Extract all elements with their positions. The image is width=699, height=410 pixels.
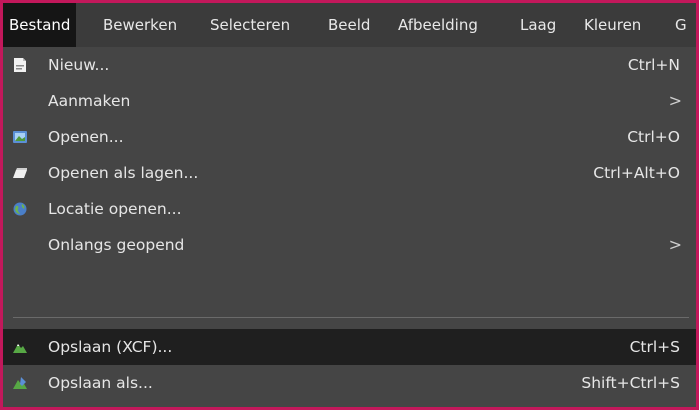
menu-separator [13,317,689,318]
menu-item-label: Aanmaken [48,92,131,110]
menu-item-openen-als-lagen[interactable]: Openen als lagen... Ctrl+Alt+O [3,155,696,191]
menu-afbeelding[interactable]: Afbeelding [392,3,484,47]
menu-bestand[interactable]: Bestand [3,3,77,47]
menu-bewerken[interactable]: Bewerken [97,3,183,47]
menu-item-label: Nieuw... [48,56,110,74]
submenu-arrow-icon: > [668,91,682,110]
menu-item-opslaan[interactable]: Opslaan (XCF)... Ctrl+S [3,329,696,365]
menu-item-label: Openen... [48,128,124,146]
menu-item-label: Openen als lagen... [48,164,199,182]
submenu-arrow-icon: > [668,235,682,254]
menu-item-shortcut: Ctrl+S [629,338,680,356]
menu-selecteren[interactable]: Selecteren [204,3,296,47]
menu-item-onlangs-geopend[interactable]: Onlangs geopend > [3,227,696,263]
menu-item-shortcut: Ctrl+Alt+O [593,164,680,182]
menu-item-label: Onlangs geopend [48,236,185,254]
menu-item-shortcut: Ctrl+O [627,128,680,146]
open-as-layers-icon [12,165,28,181]
new-image-icon [12,57,28,73]
open-image-icon [12,129,28,145]
menu-item-aanmaken[interactable]: Aanmaken > [3,83,696,119]
menu-item-openen[interactable]: Openen... Ctrl+O [3,119,696,155]
open-location-icon [12,201,28,217]
save-as-icon [12,375,28,391]
menu-item-label: Opslaan als... [48,374,153,392]
menu-kleuren[interactable]: Kleuren [578,3,647,47]
gimp-window: Bestand Bewerken Selecteren Beeld Afbeel… [3,3,696,407]
menu-laag[interactable]: Laag [514,3,562,47]
save-icon [12,339,28,355]
menu-item-label: Locatie openen... [48,200,182,218]
menu-item-locatie-openen[interactable]: Locatie openen... [3,191,696,227]
menu-item-label: Opslaan (XCF)... [48,338,173,356]
menu-g-truncated[interactable]: G [669,3,693,47]
menu-item-shortcut: Shift+Ctrl+S [581,374,680,392]
menu-beeld[interactable]: Beeld [322,3,376,47]
menu-item-nieuw[interactable]: Nieuw... Ctrl+N [3,47,696,83]
menubar: Bestand Bewerken Selecteren Beeld Afbeel… [3,3,696,47]
menu-item-shortcut: Ctrl+N [627,56,680,74]
menu-item-opslaan-als[interactable]: Opslaan als... Shift+Ctrl+S [3,365,696,401]
